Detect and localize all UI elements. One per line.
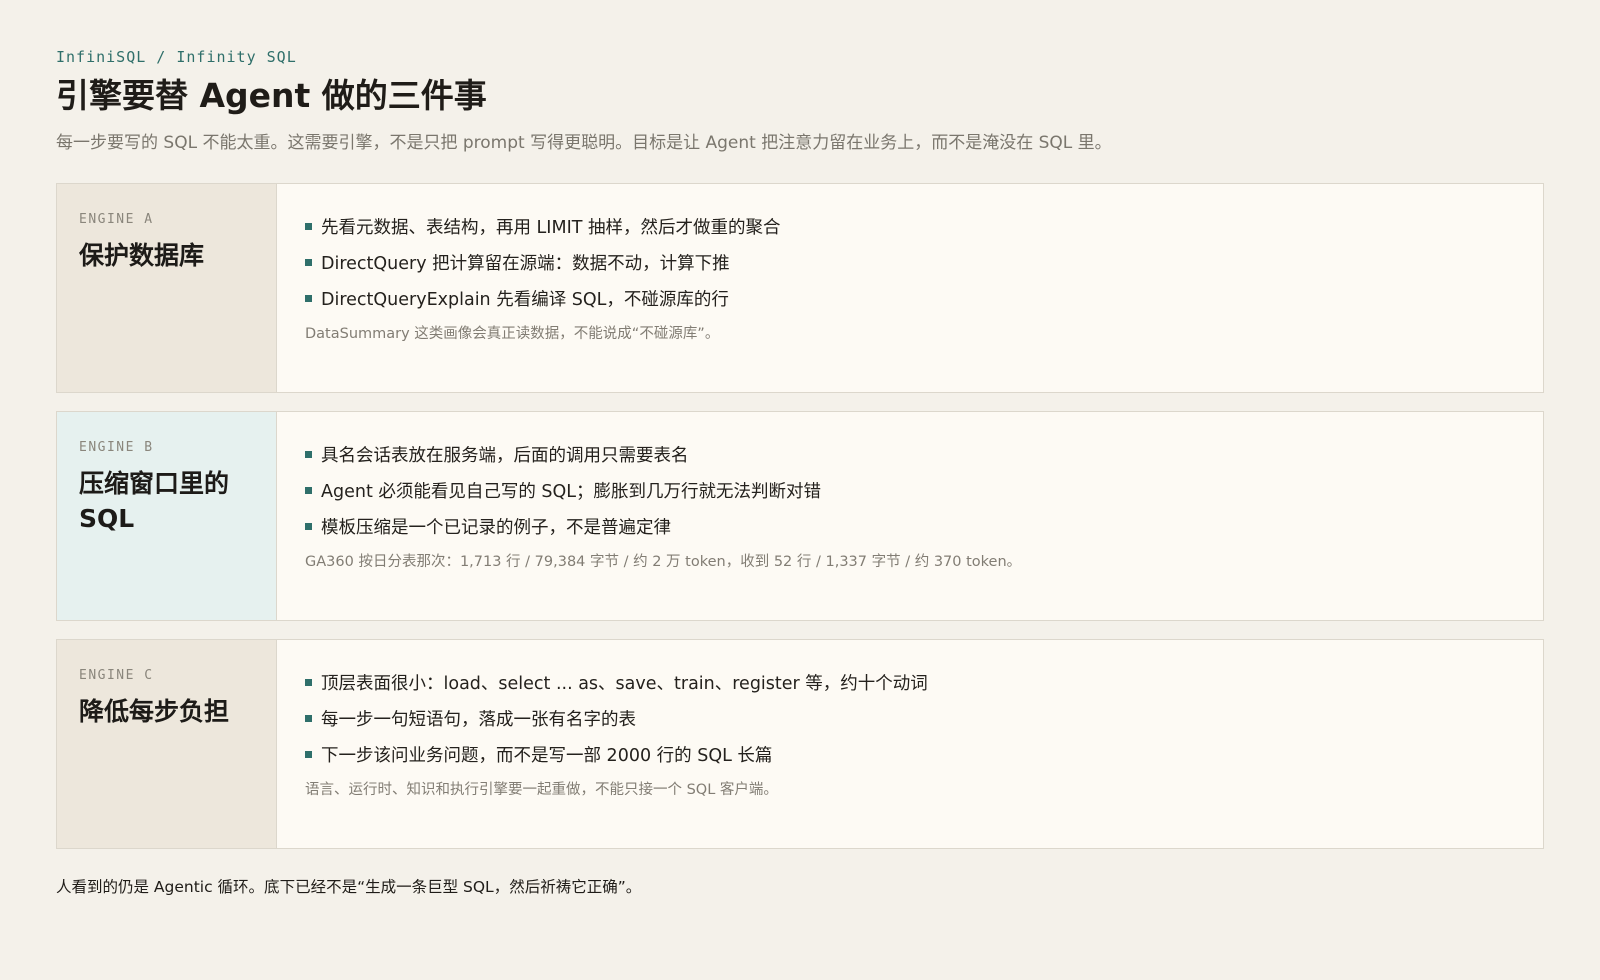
engine-card-c: ENGINE C 降低每步负担 顶层表面很小：load、select ... a… bbox=[56, 639, 1544, 850]
engine-label: ENGINE C bbox=[79, 668, 154, 684]
bullet-item: 模板压缩是一个已记录的例子，不是普遍定律 bbox=[305, 508, 1515, 544]
bullet-item: DirectQuery 把计算留在源端：数据不动，计算下推 bbox=[305, 244, 1515, 280]
square-bullet-icon bbox=[305, 522, 312, 530]
engine-card-c-body: 顶层表面很小：load、select ... as、save、train、reg… bbox=[277, 640, 1543, 848]
engine-card-a-body: 先看元数据、表结构，再用 LIMIT 抽样，然后才做重的聚合 DirectQue… bbox=[277, 184, 1543, 392]
bullet-text: 具名会话表放在服务端，后面的调用只需要表名 bbox=[321, 445, 689, 466]
bullet-item: Agent 必须能看见自己写的 SQL；膨胀到几万行就无法判断对错 bbox=[305, 472, 1515, 508]
bullet-item: 下一步该问业务问题，而不是写一部 2000 行的 SQL 长篇 bbox=[305, 736, 1515, 772]
bullet-text: DirectQueryExplain 先看编译 SQL，不碰源库的行 bbox=[321, 289, 729, 310]
bullet-text: Agent 必须能看见自己写的 SQL；膨胀到几万行就无法判断对错 bbox=[321, 481, 822, 502]
engine-cards: ENGINE A 保护数据库 先看元数据、表结构，再用 LIMIT 抽样，然后才… bbox=[56, 183, 1544, 850]
bullet-text: 先看元数据、表结构，再用 LIMIT 抽样，然后才做重的聚合 bbox=[321, 217, 781, 238]
page-subtitle: 每一步要写的 SQL 不能太重。这需要引擎，不是只把 prompt 写得更聪明。… bbox=[56, 132, 1112, 153]
engine-note: DataSummary 这类画像会真正读数据，不能说成“不碰源库”。 bbox=[305, 326, 720, 343]
square-bullet-icon bbox=[305, 750, 312, 758]
engine-card-a: ENGINE A 保护数据库 先看元数据、表结构，再用 LIMIT 抽样，然后才… bbox=[56, 183, 1544, 394]
footer-note: 人看到的仍是 Agentic 循环。底下已经不是“生成一条巨型 SQL，然后祈祷… bbox=[56, 878, 642, 897]
engine-card-b-header: ENGINE B 压缩窗口里的 SQL bbox=[57, 412, 277, 621]
page: InfiniSQL / Infinity SQL 引擎要替 Agent 做的三件… bbox=[0, 0, 1600, 980]
bullet-list: 具名会话表放在服务端，后面的调用只需要表名 Agent 必须能看见自己写的 SQ… bbox=[305, 436, 1515, 544]
square-bullet-icon bbox=[305, 258, 312, 266]
square-bullet-icon bbox=[305, 294, 312, 302]
engine-card-b-body: 具名会话表放在服务端，后面的调用只需要表名 Agent 必须能看见自己写的 SQ… bbox=[277, 412, 1543, 620]
bullet-text: 模板压缩是一个已记录的例子，不是普遍定律 bbox=[321, 517, 671, 538]
square-bullet-icon bbox=[305, 486, 312, 494]
engine-label: ENGINE A bbox=[79, 212, 154, 228]
bullet-item: 每一步一句短语句，落成一张有名字的表 bbox=[305, 700, 1515, 736]
engine-note: GA360 按日分表那次：1,713 行 / 79,384 字节 / 约 2 万… bbox=[305, 554, 1022, 571]
engine-card-a-header: ENGINE A 保护数据库 bbox=[57, 184, 277, 393]
square-bullet-icon bbox=[305, 450, 312, 458]
bullet-text: DirectQuery 把计算留在源端：数据不动，计算下推 bbox=[321, 253, 730, 274]
square-bullet-icon bbox=[305, 222, 312, 230]
engine-name: 压缩窗口里的 SQL bbox=[79, 469, 230, 533]
bullet-item: 具名会话表放在服务端，后面的调用只需要表名 bbox=[305, 436, 1515, 472]
bullet-item: 顶层表面很小：load、select ... as、save、train、reg… bbox=[305, 664, 1515, 700]
bullet-item: 先看元数据、表结构，再用 LIMIT 抽样，然后才做重的聚合 bbox=[305, 208, 1515, 244]
engine-label: ENGINE B bbox=[79, 440, 154, 456]
engine-note: 语言、运行时、知识和执行引擎要一起重做，不能只接一个 SQL 客户端。 bbox=[305, 782, 778, 799]
engine-card-c-header: ENGINE C 降低每步负担 bbox=[57, 640, 277, 849]
square-bullet-icon bbox=[305, 678, 312, 686]
engine-name: 保护数据库 bbox=[79, 241, 205, 271]
bullet-text: 顶层表面很小：load、select ... as、save、train、reg… bbox=[321, 673, 928, 694]
bullet-list: 顶层表面很小：load、select ... as、save、train、reg… bbox=[305, 664, 1515, 772]
square-bullet-icon bbox=[305, 714, 312, 722]
engine-name: 降低每步负担 bbox=[79, 697, 230, 727]
bullet-text: 每一步一句短语句，落成一张有名字的表 bbox=[321, 709, 636, 730]
bullet-text: 下一步该问业务问题，而不是写一部 2000 行的 SQL 长篇 bbox=[321, 745, 773, 766]
kicker: InfiniSQL / Infinity SQL bbox=[56, 48, 297, 66]
bullet-list: 先看元数据、表结构，再用 LIMIT 抽样，然后才做重的聚合 DirectQue… bbox=[305, 208, 1515, 316]
engine-card-b: ENGINE B 压缩窗口里的 SQL 具名会话表放在服务端，后面的调用只需要表… bbox=[56, 411, 1544, 622]
bullet-item: DirectQueryExplain 先看编译 SQL，不碰源库的行 bbox=[305, 280, 1515, 316]
page-title: 引擎要替 Agent 做的三件事 bbox=[56, 76, 487, 115]
